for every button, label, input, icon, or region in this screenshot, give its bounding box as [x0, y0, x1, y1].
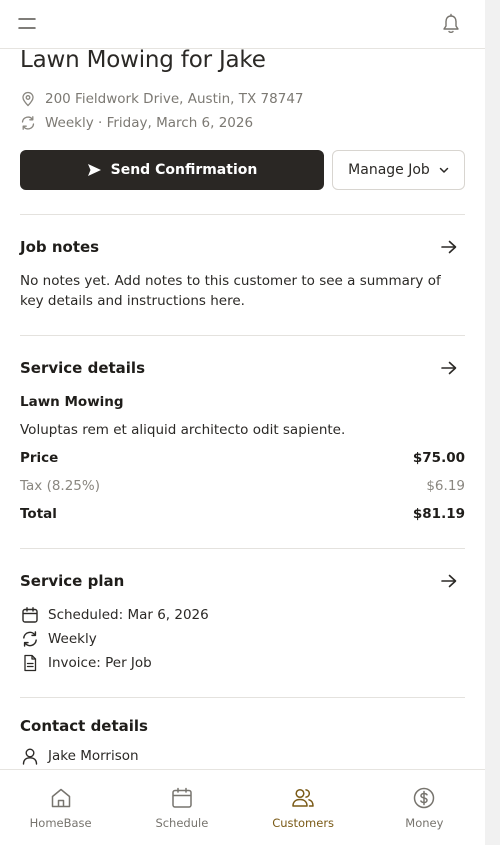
- divider: [20, 335, 465, 336]
- bell-icon[interactable]: [441, 13, 461, 35]
- hamburger-menu-icon[interactable]: [18, 16, 36, 32]
- address-row: 200 Fieldwork Drive, Austin, TX 78747: [20, 91, 304, 107]
- home-icon: [51, 788, 70, 808]
- contact-name-row: Jake Morrison: [20, 746, 139, 766]
- price-label: Price: [20, 450, 59, 466]
- price-value: $75.00: [412, 450, 465, 466]
- chevron-down-icon: [439, 167, 449, 173]
- price-row: Price $75.00: [20, 450, 465, 466]
- tax-value: $6.19: [426, 478, 465, 494]
- nav-label-money: Money: [405, 816, 444, 830]
- scheduled-row: Scheduled: Mar 6, 2026: [20, 605, 209, 625]
- dollar-circle-icon: [414, 787, 435, 809]
- send-confirmation-label: Send Confirmation: [110, 162, 258, 178]
- contact-details-title: Contact details: [20, 717, 148, 735]
- service-details-arrow-icon[interactable]: [440, 360, 458, 376]
- users-icon: [292, 788, 314, 807]
- invoice-text: Invoice: Per Job: [48, 655, 152, 671]
- manage-job-label: Manage Job: [348, 162, 430, 178]
- repeat-icon: [20, 629, 40, 649]
- invoice-row: Invoice: Per Job: [20, 653, 152, 673]
- person-icon: [20, 746, 40, 766]
- address-text: 200 Fieldwork Drive, Austin, TX 78747: [45, 91, 304, 107]
- nav-item-customers[interactable]: Customers: [243, 770, 364, 845]
- contact-name: Jake Morrison: [48, 748, 139, 764]
- divider: [20, 214, 465, 215]
- divider: [20, 548, 465, 549]
- nav-label-schedule: Schedule: [155, 816, 209, 830]
- manage-job-button[interactable]: Manage Job: [332, 150, 465, 190]
- job-notes-body: No notes yet. Add notes to this customer…: [20, 273, 441, 309]
- repeat-icon: [20, 115, 36, 131]
- recurrence-text: Weekly · Friday, March 6, 2026: [45, 115, 254, 131]
- service-name: Lawn Mowing: [20, 394, 124, 410]
- page-title: Lawn Mowing for Jake: [20, 49, 266, 73]
- nav-item-schedule[interactable]: Schedule: [121, 770, 242, 845]
- tax-label: Tax (8.25%): [20, 478, 100, 494]
- nav-item-money[interactable]: Money: [364, 770, 485, 845]
- send-confirmation-button[interactable]: Send Confirmation: [20, 150, 324, 190]
- tax-row: Tax (8.25%) $6.19: [20, 478, 465, 494]
- frequency-text: Weekly: [48, 631, 97, 647]
- job-notes-title: Job notes: [20, 238, 100, 256]
- vertical-scrollbar[interactable]: [485, 0, 500, 845]
- nav-item-homebase[interactable]: HomeBase: [0, 770, 121, 845]
- recurrence-row: Weekly · Friday, March 6, 2026: [20, 115, 253, 131]
- total-label: Total: [20, 506, 57, 522]
- job-notes-arrow-icon[interactable]: [440, 239, 458, 255]
- top-bar: [0, 0, 485, 49]
- service-plan-title: Service plan: [20, 572, 125, 590]
- scheduled-text: Scheduled: Mar 6, 2026: [48, 607, 209, 623]
- service-description: Voluptas rem et aliquid architecto odit …: [20, 422, 346, 438]
- total-value: $81.19: [412, 506, 465, 522]
- bottom-navigation: HomeBase Schedule Customers Money: [0, 769, 485, 845]
- divider: [20, 697, 465, 698]
- nav-label-customers: Customers: [272, 816, 335, 830]
- frequency-row: Weekly: [20, 629, 97, 649]
- calendar-icon: [20, 605, 40, 625]
- invoice-document-icon: [20, 653, 40, 673]
- calendar-icon: [172, 787, 192, 808]
- service-plan-arrow-icon[interactable]: [440, 573, 458, 589]
- send-icon: [87, 164, 101, 176]
- nav-label-homebase: HomeBase: [29, 816, 92, 830]
- total-row: Total $81.19: [20, 506, 465, 522]
- service-details-title: Service details: [20, 359, 145, 377]
- location-pin-icon: [20, 91, 36, 107]
- job-detail-content[interactable]: Lawn Mowing for Jake 200 Fieldwork Drive…: [0, 49, 485, 769]
